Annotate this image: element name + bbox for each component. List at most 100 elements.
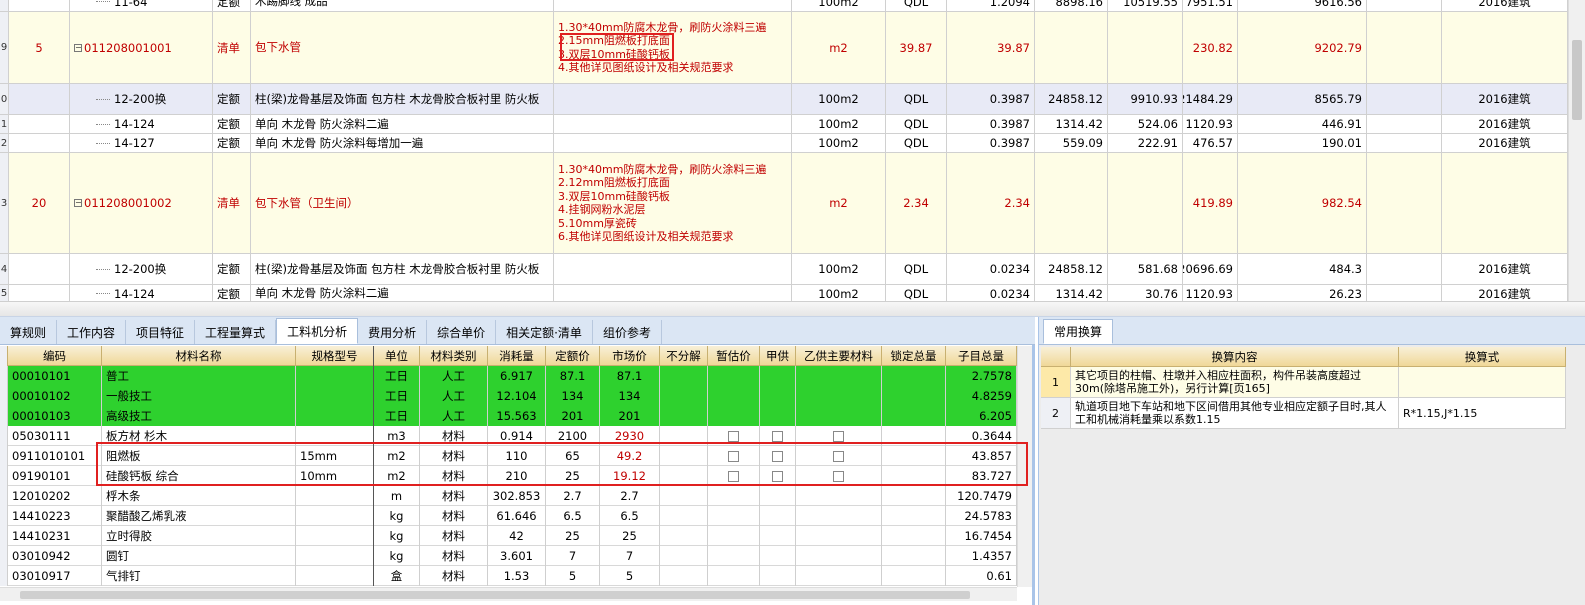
name-cell[interactable]: 木踢脚线 成品 — [251, 0, 554, 11]
empty-cell[interactable] — [1367, 134, 1442, 152]
spec-cell[interactable]: 2016建筑 — [1442, 254, 1568, 284]
bill-row[interactable]: 2 14-127 定额 单向 木龙骨 防火涂料每增加一遍 100m2 QDL 0.3987 5… — [0, 134, 1568, 153]
tab-8[interactable]: 组价参考 — [593, 320, 662, 344]
value-cell[interactable]: 476.57 — [1183, 134, 1238, 152]
spec-cell[interactable]: 2016建筑 — [1442, 134, 1568, 152]
type-cell[interactable]: 定额 — [213, 0, 251, 11]
value-cell[interactable]: 9910.93 — [1108, 84, 1183, 114]
seq-cell[interactable] — [9, 115, 70, 133]
qty-cell[interactable]: 0.3987 — [947, 115, 1035, 133]
type-cell[interactable]: 定额 — [213, 84, 251, 114]
estimated-price-cell[interactable] — [708, 486, 760, 506]
spec-cell[interactable]: 10mm — [296, 466, 374, 486]
empty-cell[interactable] — [1367, 12, 1442, 83]
value-cell[interactable]: 20696.69 — [1183, 254, 1238, 284]
value-cell[interactable]: 419.89 — [1183, 153, 1238, 253]
estimated-price-cell[interactable] — [708, 406, 760, 426]
sub-total-cell[interactable]: 43.857 — [946, 446, 1017, 466]
seq-cell[interactable] — [9, 84, 70, 114]
spec-cell[interactable] — [296, 506, 374, 526]
code-cell[interactable]: 12-200换 — [70, 254, 213, 284]
name-cell[interactable]: 一般技工 — [102, 386, 296, 406]
market-price-cell[interactable]: 19.12 — [600, 466, 660, 486]
market-price-cell[interactable]: 2930 — [600, 426, 660, 446]
unit-cell[interactable]: kg — [374, 546, 420, 566]
conversion-expression[interactable] — [1399, 367, 1566, 397]
unit-cell[interactable]: 100m2 — [792, 84, 886, 114]
locked-total-cell[interactable] — [882, 366, 946, 386]
checkbox[interactable] — [833, 470, 844, 482]
conversion-expression[interactable]: R*1.15,J*1.15 — [1399, 398, 1566, 428]
price-cell[interactable] — [1035, 12, 1108, 83]
qty-cell[interactable]: 210 — [488, 466, 546, 486]
bill-row[interactable]: 11-64 定额 木踢脚线 成品 100m2 QDL 1.2094 8898.16 10519… — [0, 0, 1568, 12]
qty-expr-cell[interactable]: QDL — [886, 285, 947, 301]
owner-supplied-cell[interactable] — [760, 426, 796, 446]
qty-cell[interactable]: 61.646 — [488, 506, 546, 526]
value-cell[interactable]: 9616.56 — [1238, 0, 1367, 11]
unit-cell[interactable]: 100m2 — [792, 0, 886, 11]
header-cell[interactable]: 乙供主要材料 — [796, 346, 882, 366]
material-row[interactable]: 0911010101 阻燃板 15mm m2 材料 110 65 49.2 43.857 — [0, 446, 1017, 466]
tab-7[interactable]: 相关定额·清单 — [496, 320, 593, 344]
materials-hscrollbar[interactable] — [0, 587, 1017, 601]
name-cell[interactable]: 包下水管（卫生间） — [251, 153, 554, 253]
bill-row[interactable]: 1 14-124 定额 单向 木龙骨 防火涂料二遍 100m2 QDL 0.3987 1314… — [0, 115, 1568, 134]
empty-cell[interactable] — [1367, 84, 1442, 114]
locked-total-cell[interactable] — [882, 426, 946, 446]
type-cell[interactable]: 定额 — [213, 134, 251, 152]
name-cell[interactable]: 立时得胶 — [102, 526, 296, 546]
no-split-cell[interactable] — [660, 546, 708, 566]
locked-total-cell[interactable] — [882, 526, 946, 546]
code-cell[interactable]: 14-127 — [70, 134, 213, 152]
market-price-cell[interactable]: 134 — [600, 386, 660, 406]
checkbox[interactable] — [772, 430, 783, 442]
no-split-cell[interactable] — [660, 406, 708, 426]
code-cell[interactable]: 14410231 — [8, 526, 102, 546]
code-cell[interactable]: 00010102 — [8, 386, 102, 406]
features-cell[interactable]: 1.30*40mm防腐木龙骨，刷防火涂料三遍 2.15mm阻燃板打底面 3.双层10… — [554, 12, 792, 83]
tab-common-conversion[interactable]: 常用换算 — [1043, 319, 1114, 344]
value-cell[interactable]: 190.01 — [1238, 134, 1367, 152]
base-price-cell[interactable]: 2100 — [546, 426, 600, 446]
seq-cell[interactable] — [9, 134, 70, 152]
sub-total-cell[interactable]: 0.3644 — [946, 426, 1017, 446]
panel-splitter[interactable] — [0, 301, 1585, 317]
code-cell[interactable]: 11-64 — [70, 0, 213, 11]
value-cell[interactable]: 10519.55 — [1108, 0, 1183, 11]
features-cell[interactable]: 1.30*40mm防腐木龙骨，刷防火涂料三遍 2.12mm阻燃板打底面 3.双层10… — [554, 153, 792, 253]
spec-cell[interactable] — [296, 486, 374, 506]
code-cell[interactable]: 03010917 — [8, 566, 102, 586]
base-price-cell[interactable]: 7 — [546, 546, 600, 566]
header-cell[interactable]: 甲供 — [760, 346, 796, 366]
conversion-content[interactable]: 轨道项目地下车站和地下区间借用其他专业相应定额子目时,其人工和机械消耗量乘以系数… — [1071, 398, 1399, 428]
unit-cell[interactable]: m3 — [374, 426, 420, 446]
qty-cell[interactable]: 110 — [488, 446, 546, 466]
seq-cell[interactable] — [9, 254, 70, 284]
code-cell[interactable]: 09190101 — [8, 466, 102, 486]
locked-total-cell[interactable] — [882, 406, 946, 426]
features-cell[interactable] — [554, 285, 792, 301]
owner-supplied-cell[interactable] — [760, 366, 796, 386]
contractor-main-material-cell[interactable] — [796, 566, 882, 586]
code-cell[interactable]: 14-124 — [70, 115, 213, 133]
bill-row[interactable]: 9 5−011208001001 清单 包下水管 1.30*40mm防腐木龙骨，刷防火涂… — [0, 12, 1568, 84]
qty-expr-cell[interactable]: QDL — [886, 0, 947, 11]
features-cell[interactable] — [554, 254, 792, 284]
name-cell[interactable]: 桴木条 — [102, 486, 296, 506]
checkbox[interactable] — [772, 470, 783, 482]
market-price-cell[interactable]: 25 — [600, 526, 660, 546]
market-price-cell[interactable]: 6.5 — [600, 506, 660, 526]
spec-cell[interactable]: 2016建筑 — [1442, 285, 1568, 301]
locked-total-cell[interactable] — [882, 506, 946, 526]
price-cell[interactable]: 1314.42 — [1035, 115, 1108, 133]
tab-6[interactable]: 综合单价 — [427, 320, 497, 344]
features-cell[interactable] — [554, 84, 792, 114]
header-cell[interactable]: 材料类别 — [420, 346, 488, 366]
tab-5[interactable]: 费用分析 — [358, 320, 428, 344]
name-cell[interactable]: 单向 木龙骨 防火涂料二遍 — [251, 115, 554, 133]
category-cell[interactable]: 材料 — [420, 506, 488, 526]
category-cell[interactable]: 材料 — [420, 446, 488, 466]
unit-cell[interactable]: 盒 — [374, 566, 420, 586]
header-cell[interactable]: 暂估价 — [708, 346, 760, 366]
